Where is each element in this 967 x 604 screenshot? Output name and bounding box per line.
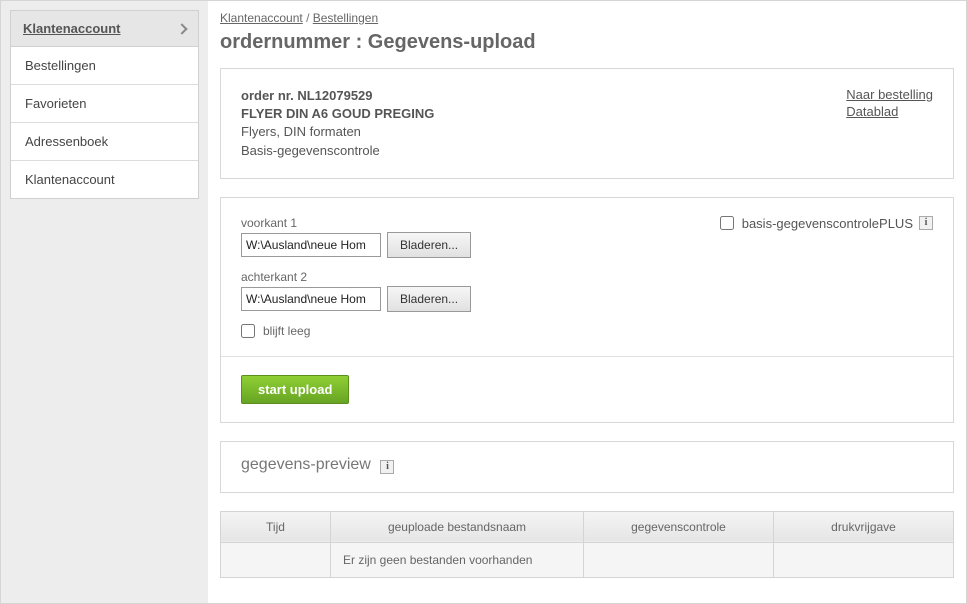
divider (221, 356, 953, 357)
order-links: Naar bestelling Datablad (846, 87, 933, 160)
chevron-right-icon (176, 23, 187, 34)
upload-fields: voorkant 1 Bladeren... achterkant 2 Blad… (241, 216, 471, 338)
order-info-panel: order nr. NL12079529 FLYER DIN A6 GOUD P… (220, 68, 954, 179)
preview-panel: gegevens-preview i (220, 441, 954, 493)
table-row: Er zijn geen bestanden voorhanden (221, 542, 954, 577)
stay-empty-row[interactable]: blijft leeg (241, 324, 471, 338)
col-gegevenscontrole: gegevenscontrole (584, 511, 774, 542)
front-label: voorkant 1 (241, 216, 471, 230)
files-table: Tijd geuploade bestandsnaam gegevenscont… (220, 511, 954, 578)
breadcrumb-klantenaccount[interactable]: Klantenaccount (220, 11, 303, 25)
order-info: order nr. NL12079529 FLYER DIN A6 GOUD P… (241, 87, 434, 160)
order-category: Flyers, DIN formaten (241, 123, 434, 141)
col-drukvrijgave: drukvrijgave (774, 511, 954, 542)
order-number: order nr. NL12079529 (241, 87, 434, 105)
main-content: Klantenaccount / Bestellingen ordernumme… (208, 1, 966, 603)
upload-panel: voorkant 1 Bladeren... achterkant 2 Blad… (220, 197, 954, 423)
col-tijd: Tijd (221, 511, 331, 542)
sidebar-item-klantenaccount[interactable]: Klantenaccount (11, 161, 198, 198)
order-check: Basis-gegevenscontrole (241, 142, 434, 160)
sidebar-item-favorieten[interactable]: Favorieten (11, 85, 198, 123)
cell-tijd (221, 542, 331, 577)
sidebar-item-bestellingen[interactable]: Bestellingen (11, 47, 198, 85)
cell-drukvrijgave (774, 542, 954, 577)
back-label: achterkant 2 (241, 270, 471, 284)
link-naar-bestelling[interactable]: Naar bestelling (846, 87, 933, 102)
sidebar-nav: Klantenaccount Bestellingen Favorieten A… (10, 10, 199, 199)
sidebar: Klantenaccount Bestellingen Favorieten A… (1, 1, 208, 603)
controle-plus-checkbox[interactable] (720, 216, 734, 230)
sidebar-header-label: Klantenaccount (23, 21, 121, 36)
col-bestandsnaam: geuploade bestandsnaam (331, 511, 584, 542)
stay-empty-checkbox[interactable] (241, 324, 255, 338)
front-upload-group: voorkant 1 Bladeren... (241, 216, 471, 258)
controle-plus-label: basis-gegevenscontrolePLUS (742, 216, 913, 231)
sidebar-item-adressenboek[interactable]: Adressenboek (11, 123, 198, 161)
table-header-row: Tijd geuploade bestandsnaam gegevenscont… (221, 511, 954, 542)
cell-empty-message: Er zijn geen bestanden voorhanden (331, 542, 584, 577)
back-browse-button[interactable]: Bladeren... (387, 286, 471, 312)
front-file-input[interactable] (241, 233, 381, 257)
start-upload-button[interactable]: start upload (241, 375, 349, 404)
order-product: FLYER DIN A6 GOUD PREGING (241, 105, 434, 123)
info-icon[interactable]: i (380, 460, 394, 474)
breadcrumb: Klantenaccount / Bestellingen (220, 11, 954, 25)
page-title: ordernummer : Gegevens-upload (220, 31, 954, 54)
back-upload-group: achterkant 2 Bladeren... (241, 270, 471, 312)
preview-title: gegevens-preview (241, 456, 371, 473)
controle-plus-row[interactable]: basis-gegevenscontrolePLUS i (720, 216, 933, 231)
breadcrumb-bestellingen[interactable]: Bestellingen (313, 11, 378, 25)
back-file-input[interactable] (241, 287, 381, 311)
link-datablad[interactable]: Datablad (846, 104, 933, 119)
front-browse-button[interactable]: Bladeren... (387, 232, 471, 258)
info-icon[interactable]: i (919, 216, 933, 230)
cell-gegevenscontrole (584, 542, 774, 577)
sidebar-header[interactable]: Klantenaccount (11, 11, 198, 47)
stay-empty-label: blijft leeg (263, 324, 310, 338)
